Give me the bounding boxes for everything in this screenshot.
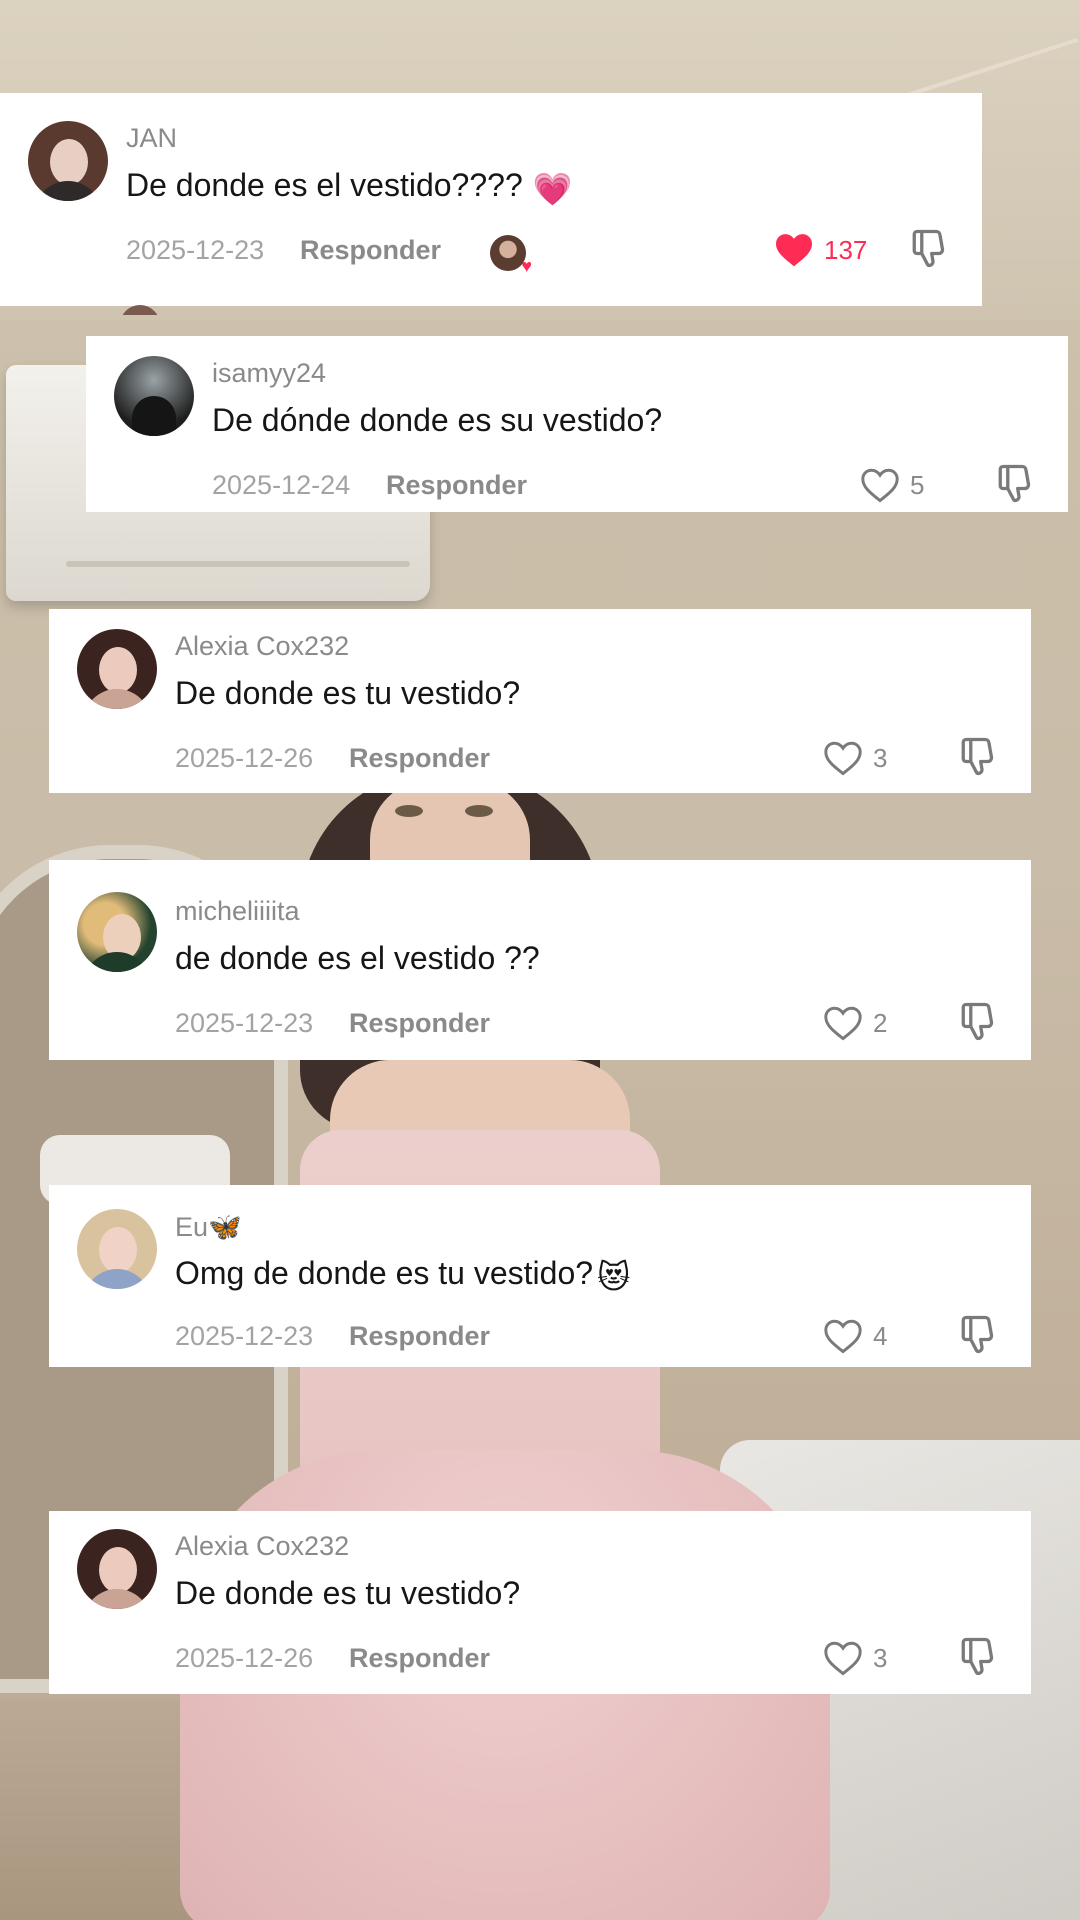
heart-outline-icon [824, 741, 862, 776]
like-button[interactable]: 3 [823, 1637, 887, 1679]
heart-filled-icon [776, 234, 812, 267]
comment-username[interactable]: Alexia Cox232 [175, 1531, 349, 1562]
like-count: 4 [873, 1320, 888, 1351]
comment-text: De dónde donde es su vestido? [212, 402, 663, 438]
thumbs-down-icon[interactable] [992, 461, 1036, 505]
heart-eyes-cat-emoji: 😻 [597, 1259, 631, 1295]
reply-button[interactable]: Responder [349, 1643, 490, 1674]
comment-date: 2025-12-26 [175, 743, 314, 773]
comment-date: 2025-12-24 [212, 470, 351, 500]
thumbs-down-icon[interactable] [955, 999, 999, 1043]
avatar[interactable] [77, 1529, 157, 1609]
avatar[interactable] [77, 1209, 157, 1289]
avatar[interactable] [28, 121, 108, 201]
heart-outline-icon [824, 1319, 862, 1354]
heart-outline-icon [824, 1006, 862, 1041]
thumbs-down-icon[interactable] [955, 1634, 999, 1678]
comment-username[interactable]: JAN [126, 123, 177, 154]
username-text: Eu [175, 1212, 209, 1242]
thumbs-down-icon[interactable] [955, 1312, 999, 1356]
thumbs-down-icon[interactable] [955, 734, 999, 778]
like-button[interactable]: 137 [774, 229, 867, 271]
comment-text: De donde es el vestido???? 💗 [126, 167, 573, 208]
comment-text: Omg de donde es tu vestido? 😻 [175, 1255, 630, 1296]
reply-button[interactable]: Responder [386, 470, 527, 501]
like-button[interactable]: 2 [823, 1002, 887, 1044]
like-count: 3 [873, 1642, 888, 1673]
avatar[interactable] [77, 892, 157, 972]
person-eye [395, 805, 423, 817]
comment-date: 2025-12-26 [175, 1643, 314, 1673]
like-button[interactable]: 4 [823, 1315, 887, 1357]
comment-date: 2025-12-23 [175, 1321, 314, 1351]
comment-date: 2025-12-23 [175, 1008, 314, 1038]
comment-username[interactable]: Eu🦋 [175, 1211, 242, 1243]
creator-liked-avatar: ♥ [490, 235, 532, 275]
comment-text: de donde es el vestido ?? [175, 940, 540, 976]
comment-card: Alexia Cox232 De donde es tu vestido? 20… [49, 1511, 1031, 1694]
avatar[interactable] [77, 629, 157, 709]
reply-button[interactable]: Responder [300, 235, 441, 266]
comment-username[interactable]: micheliiiita [175, 896, 300, 927]
reply-button[interactable]: Responder [349, 1321, 490, 1352]
comment-card: isamyy24 De dónde donde es su vestido? 2… [86, 336, 1068, 512]
comment-text-body: De donde es el vestido???? [126, 167, 523, 203]
like-button[interactable]: 3 [823, 737, 887, 779]
reply-button[interactable]: Responder [349, 743, 490, 774]
comment-text-body: Omg de donde es tu vestido? [175, 1255, 594, 1291]
comment-text: De donde es tu vestido? [175, 675, 521, 711]
thumbs-down-icon[interactable] [906, 226, 950, 270]
heart-badge-icon: ♥ [521, 256, 532, 276]
like-count: 2 [873, 1007, 888, 1038]
heart-outline-icon [824, 1641, 862, 1676]
comment-text: De donde es tu vestido? [175, 1575, 521, 1611]
person-eye [465, 805, 493, 817]
avatar[interactable] [114, 356, 194, 436]
comment-card: Eu🦋 Omg de donde es tu vestido? 😻 2025-12… [49, 1185, 1031, 1367]
heart-outline-icon [861, 468, 899, 503]
like-button[interactable]: 5 [860, 464, 924, 506]
heart-emoji: 💗 [532, 171, 573, 207]
comment-username[interactable]: Alexia Cox232 [175, 631, 349, 662]
like-count: 3 [873, 742, 888, 773]
like-count: 137 [824, 234, 868, 265]
comment-card: JAN De donde es el vestido???? 💗 2025-12-… [0, 93, 982, 315]
comment-username[interactable]: isamyy24 [212, 358, 326, 389]
butterfly-emoji: 🦋 [208, 1212, 242, 1242]
comment-card: micheliiiita de donde es el vestido ?? 2… [49, 860, 1031, 1060]
comment-date: 2025-12-23 [126, 235, 265, 265]
reply-button[interactable]: Responder [349, 1008, 490, 1039]
comment-card: Alexia Cox232 De donde es tu vestido? 20… [49, 609, 1031, 793]
like-count: 5 [910, 469, 925, 500]
next-comment-peek [120, 303, 480, 315]
